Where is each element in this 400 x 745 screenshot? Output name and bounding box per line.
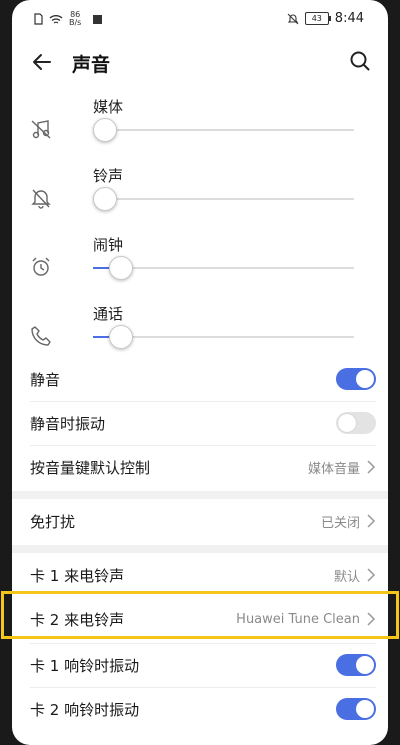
do-not-disturb-value: 已关闭 bbox=[320, 515, 360, 531]
do-not-disturb-row[interactable]: 免打扰 已关闭 bbox=[30, 499, 376, 543]
bell-muted-icon bbox=[31, 189, 51, 209]
silent-vibrate-row[interactable]: 静音时振动 bbox=[30, 401, 376, 445]
section-gap bbox=[12, 545, 388, 553]
silent-mode-toggle[interactable] bbox=[336, 368, 376, 390]
media-volume-thumb[interactable] bbox=[93, 118, 117, 142]
bell-off-icon bbox=[287, 13, 299, 24]
network-speed: 86 B/s bbox=[69, 10, 82, 27]
volume-key-label: 按音量键默认控制 bbox=[30, 458, 151, 477]
do-not-disturb-label: 免打扰 bbox=[30, 512, 76, 531]
call-volume-label: 通话 bbox=[93, 305, 124, 323]
sim2-vibrate-toggle[interactable] bbox=[336, 698, 376, 720]
search-icon[interactable] bbox=[348, 49, 372, 73]
phone-call-icon bbox=[31, 326, 51, 346]
alarm-volume-thumb[interactable] bbox=[108, 256, 133, 280]
status-bar: 86 B/s 43 8:44 bbox=[12, 8, 388, 34]
notification-icon bbox=[93, 14, 103, 24]
chevron-right-icon bbox=[367, 612, 376, 626]
call-volume-thumb[interactable] bbox=[108, 325, 133, 349]
sim1-vibrate-row[interactable]: 卡 1 响铃时振动 bbox=[30, 643, 376, 687]
sim1-ringtone-value: 默认 bbox=[333, 569, 360, 585]
ringtone-volume: 铃声 bbox=[12, 165, 388, 233]
sim2-ringtone-label: 卡 2 来电铃声 bbox=[30, 610, 125, 629]
sim2-vibrate-row[interactable]: 卡 2 响铃时振动 bbox=[30, 687, 376, 731]
back-arrow-icon[interactable] bbox=[30, 50, 54, 74]
chevron-right-icon bbox=[367, 460, 376, 474]
alarm-clock-icon bbox=[32, 257, 50, 276]
silent-vibrate-label: 静音时振动 bbox=[30, 414, 106, 433]
media-volume-label: 媒体 bbox=[93, 98, 124, 116]
sim2-ringtone-value: Huawei Tune Clean bbox=[236, 611, 360, 627]
silent-mode-row[interactable]: 静音 bbox=[30, 357, 376, 401]
clock-time: 8:44 bbox=[334, 11, 364, 26]
chevron-right-icon bbox=[367, 568, 376, 582]
sim2-ringtone-row[interactable]: 卡 2 来电铃声 Huawei Tune Clean bbox=[30, 597, 376, 641]
section-gap bbox=[12, 491, 388, 499]
ringtone-volume-slider[interactable] bbox=[93, 187, 354, 211]
volume-key-row[interactable]: 按音量键默认控制 媒体音量 bbox=[30, 445, 376, 489]
sim2-vibrate-label: 卡 2 响铃时振动 bbox=[30, 700, 140, 719]
sim1-vibrate-toggle[interactable] bbox=[336, 654, 376, 676]
phone-screen: 86 B/s 43 8:44 声音 媒体 铃声 闹钟 通话 静音 静音时振动 按… bbox=[12, 0, 388, 745]
chevron-right-icon bbox=[367, 514, 376, 528]
alarm-volume: 闹钟 bbox=[12, 234, 388, 302]
ringtone-volume-label: 铃声 bbox=[93, 167, 124, 185]
media-volume-slider[interactable] bbox=[93, 118, 354, 142]
battery-icon: 43 bbox=[304, 12, 331, 25]
sim1-ringtone-row[interactable]: 卡 1 来电铃声 默认 bbox=[30, 553, 376, 597]
alarm-volume-slider[interactable] bbox=[93, 256, 354, 280]
media-volume: 媒体 bbox=[12, 96, 388, 164]
volume-key-value: 媒体音量 bbox=[307, 461, 360, 477]
sim1-vibrate-label: 卡 1 响铃时振动 bbox=[30, 656, 140, 675]
sim1-ringtone-label: 卡 1 来电铃声 bbox=[30, 566, 125, 585]
app-header: 声音 bbox=[12, 40, 388, 84]
silent-vibrate-toggle[interactable] bbox=[336, 412, 376, 434]
silent-mode-label: 静音 bbox=[30, 370, 61, 389]
page-title: 声音 bbox=[72, 54, 111, 76]
call-volume-slider[interactable] bbox=[93, 325, 354, 349]
sim-card-icon bbox=[34, 13, 43, 25]
alarm-volume-label: 闹钟 bbox=[93, 236, 124, 254]
wifi-icon bbox=[49, 14, 63, 24]
music-muted-icon bbox=[31, 120, 51, 139]
ringtone-volume-thumb[interactable] bbox=[93, 187, 117, 211]
